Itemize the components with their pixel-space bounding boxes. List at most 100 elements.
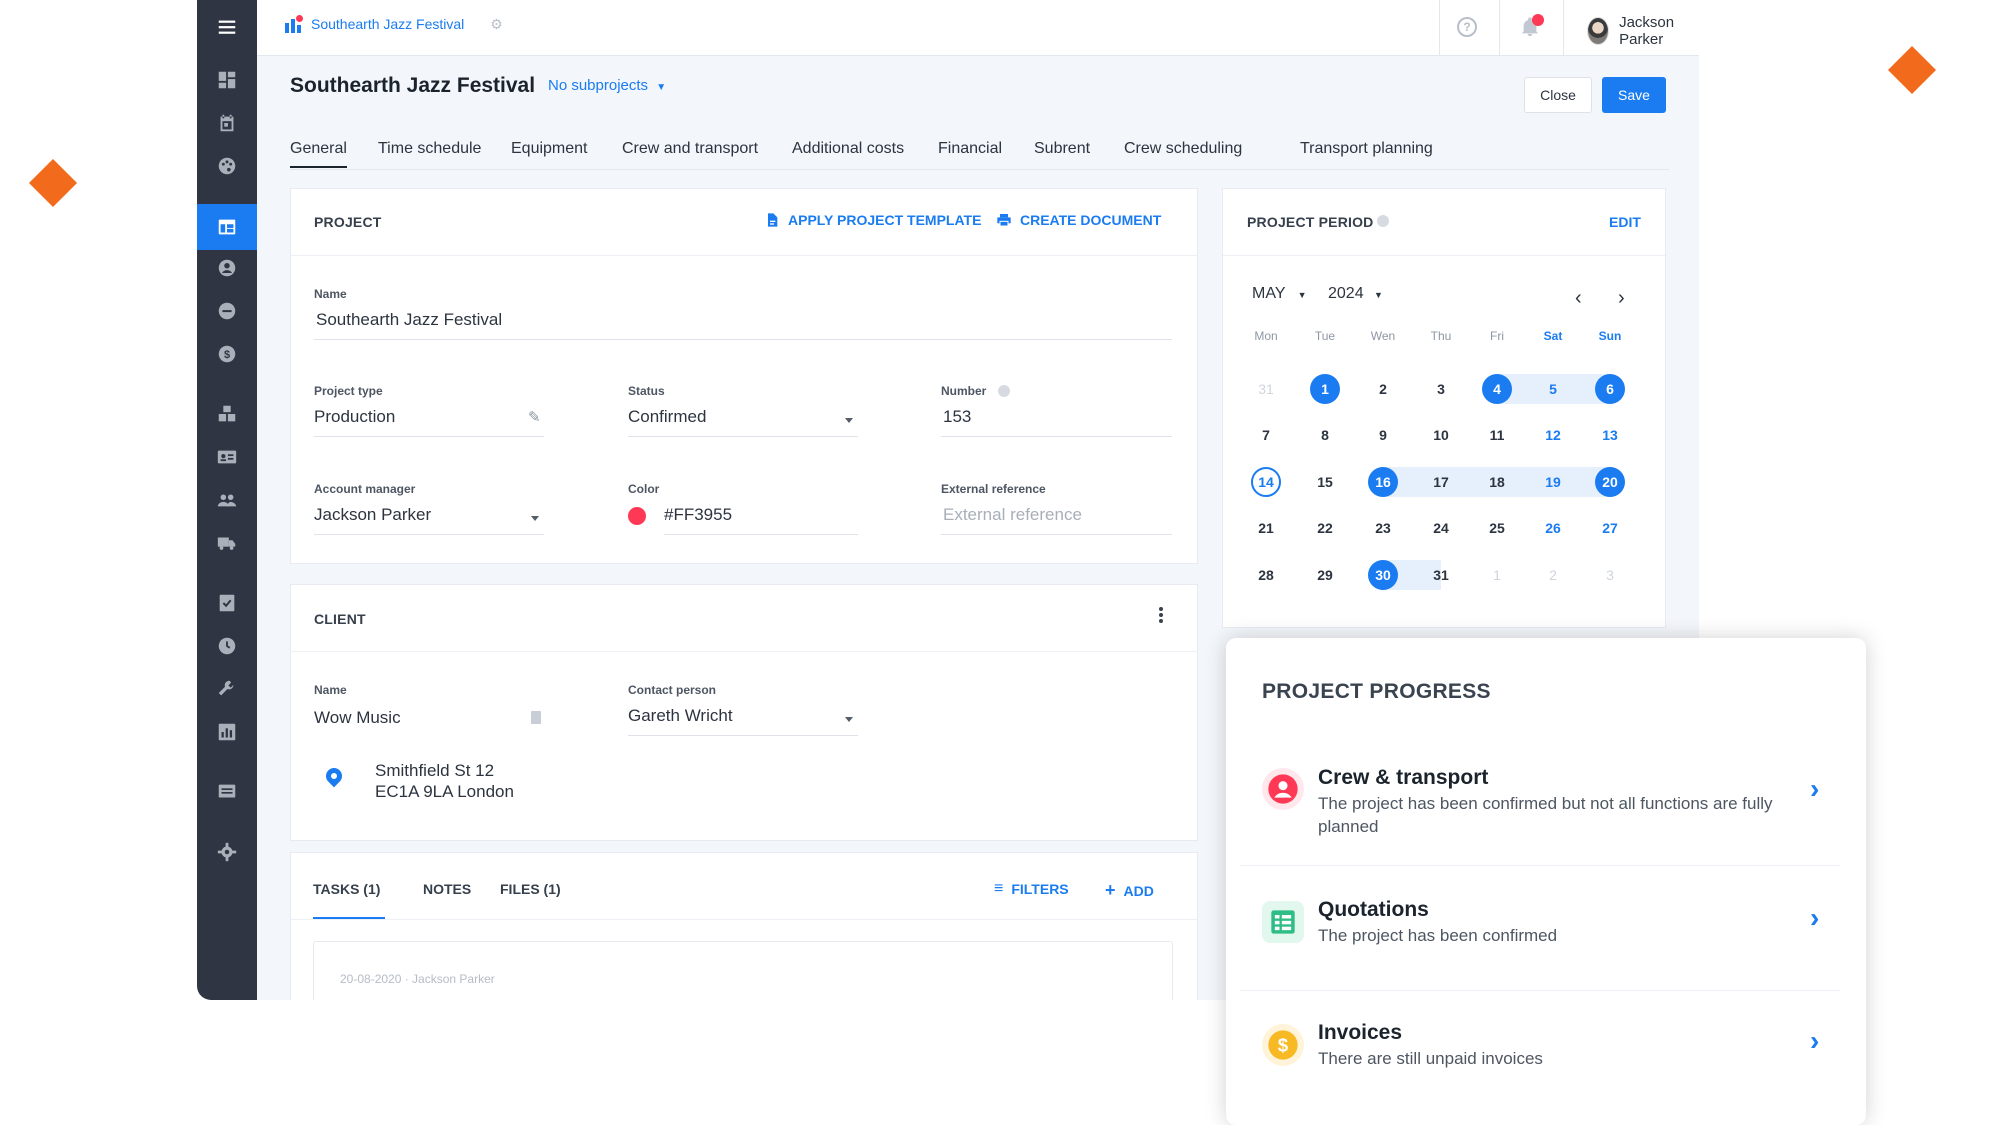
chevron-right-icon[interactable]: › <box>1810 902 1819 934</box>
calendar-day[interactable]: 18 <box>1482 467 1512 497</box>
calendar-day[interactable]: 21 <box>1251 513 1281 543</box>
client-name-field[interactable]: Wow Music <box>314 708 401 728</box>
calendar-day[interactable]: 5 <box>1538 374 1568 404</box>
color-field[interactable]: #FF3955 <box>664 505 732 525</box>
calendar-day[interactable]: 14 <box>1251 467 1281 497</box>
calendar-day[interactable]: 15 <box>1310 467 1340 497</box>
settings-icon[interactable] <box>197 832 257 872</box>
palette-icon[interactable] <box>197 146 257 186</box>
month-select[interactable]: MAY ▼ <box>1252 285 1307 303</box>
tab-subrent[interactable]: Subrent <box>1034 140 1090 166</box>
external-reference-input[interactable]: External reference <box>943 505 1082 525</box>
tab-notes[interactable]: NOTES <box>423 881 471 897</box>
project-type-field[interactable]: Production <box>314 407 395 427</box>
subprojects-dropdown[interactable]: No subprojects ▼ <box>548 77 666 94</box>
calendar-day[interactable]: 2 <box>1368 374 1398 404</box>
chevron-right-icon[interactable]: › <box>1810 773 1819 805</box>
project-name-input[interactable]: Southearth Jazz Festival <box>316 310 502 330</box>
calendar-day[interactable]: 10 <box>1426 420 1456 450</box>
user-menu[interactable]: Jackson Parker <box>1587 14 1699 48</box>
tab-files[interactable]: FILES (1) <box>500 881 561 897</box>
projects-icon[interactable] <box>197 204 257 250</box>
chevron-left-icon[interactable]: ‹ <box>1575 287 1582 310</box>
calendar-icon[interactable] <box>197 103 257 143</box>
close-button[interactable]: Close <box>1524 77 1592 113</box>
messages-icon[interactable] <box>197 772 257 812</box>
tab-additional-costs[interactable]: Additional costs <box>792 140 904 166</box>
calendar-day[interactable]: 27 <box>1595 513 1625 543</box>
pencil-icon[interactable]: ✎ <box>528 408 541 426</box>
tab-tasks[interactable]: TASKS (1) <box>313 881 380 897</box>
create-document-button[interactable]: CREATE DOCUMENT <box>996 212 1161 228</box>
calendar-day[interactable]: 8 <box>1310 420 1340 450</box>
gear-icon[interactable]: ⚙ <box>490 16 503 33</box>
finance-icon[interactable]: $ <box>197 334 257 374</box>
save-button[interactable]: Save <box>1602 77 1666 113</box>
breadcrumb[interactable]: Southearth Jazz Festival ⚙ <box>285 15 503 33</box>
color-swatch[interactable] <box>628 507 646 525</box>
calendar-day[interactable]: 22 <box>1310 513 1340 543</box>
calendar-day[interactable]: 25 <box>1482 513 1512 543</box>
id-card-icon[interactable] <box>197 437 257 477</box>
chevron-right-icon[interactable]: › <box>1810 1025 1819 1057</box>
calendar-day[interactable]: 12 <box>1538 420 1568 450</box>
calendar-day[interactable]: 9 <box>1368 420 1398 450</box>
tab-transport-planning[interactable]: Transport planning <box>1300 140 1433 166</box>
chat-icon[interactable] <box>197 291 257 331</box>
calendar-day[interactable]: 4 <box>1482 374 1512 404</box>
more-vert-icon[interactable] <box>1159 607 1165 623</box>
calendar-day[interactable]: 19 <box>1538 467 1568 497</box>
filters-button[interactable]: ≡ FILTERS <box>994 880 1069 898</box>
wrench-icon[interactable] <box>197 669 257 709</box>
tab-crew-scheduling[interactable]: Crew scheduling <box>1124 140 1242 166</box>
status-select[interactable]: Confirmed <box>628 407 706 427</box>
calendar-day[interactable]: 16 <box>1368 467 1398 497</box>
edit-period-button[interactable]: EDIT <box>1609 214 1641 230</box>
progress-item-crew-transport[interactable]: Crew & transport The project has been co… <box>1240 730 1840 854</box>
menu-icon[interactable] <box>197 7 257 47</box>
tab-general[interactable]: General <box>290 140 347 168</box>
calendar-day[interactable]: 31 <box>1426 560 1456 590</box>
warehouse-icon[interactable] <box>197 394 257 434</box>
calendar-day[interactable]: 3 <box>1595 560 1625 590</box>
dashboard-icon[interactable] <box>197 60 257 100</box>
calendar-day[interactable]: 1 <box>1310 374 1340 404</box>
calendar-day[interactable]: 31 <box>1251 374 1281 404</box>
calendar-day[interactable]: 26 <box>1538 513 1568 543</box>
calendar-day[interactable]: 24 <box>1426 513 1456 543</box>
calendar-day[interactable]: 13 <box>1595 420 1625 450</box>
tab-equipment[interactable]: Equipment <box>511 140 588 166</box>
task-entry[interactable]: 20-08-2020 · Jackson Parker <box>313 941 1173 1000</box>
calendar-day[interactable]: 17 <box>1426 467 1456 497</box>
calendar-day[interactable]: 20 <box>1595 467 1625 497</box>
calendar-day[interactable]: 1 <box>1482 560 1512 590</box>
apply-project-template-button[interactable]: APPLY PROJECT TEMPLATE <box>764 212 981 228</box>
crew-icon[interactable] <box>197 480 257 520</box>
calendar-day[interactable]: 3 <box>1426 374 1456 404</box>
calendar-day[interactable]: 30 <box>1368 560 1398 590</box>
add-task-button[interactable]: + ADD <box>1105 880 1154 901</box>
account-manager-select[interactable]: Jackson Parker <box>314 505 431 525</box>
tab-time-schedule[interactable]: Time schedule <box>378 140 481 166</box>
calendar-day[interactable]: 28 <box>1251 560 1281 590</box>
calendar-day[interactable]: 6 <box>1595 374 1625 404</box>
contact-person-select[interactable]: Gareth Wricht <box>628 706 733 726</box>
tasks-icon[interactable] <box>197 583 257 623</box>
calendar-day[interactable]: 11 <box>1482 420 1512 450</box>
calendar-day[interactable]: 29 <box>1310 560 1340 590</box>
project-breadcrumb-label[interactable]: Southearth Jazz Festival <box>311 16 464 32</box>
truck-icon[interactable] <box>197 523 257 563</box>
help-icon[interactable]: ? <box>1457 17 1477 37</box>
clock-icon[interactable] <box>197 626 257 666</box>
reports-icon[interactable] <box>197 712 257 752</box>
number-field[interactable]: 153 <box>943 407 971 427</box>
trash-icon[interactable] <box>531 711 541 724</box>
contacts-icon[interactable] <box>197 248 257 288</box>
tab-crew-and-transport[interactable]: Crew and transport <box>622 140 758 166</box>
progress-item-invoices[interactable]: $ Invoices There are still unpaid invoic… <box>1240 991 1840 1115</box>
calendar-day[interactable]: 23 <box>1368 513 1398 543</box>
chevron-right-icon[interactable]: › <box>1618 287 1625 310</box>
calendar-day[interactable]: 2 <box>1538 560 1568 590</box>
tab-financial[interactable]: Financial <box>938 140 1002 166</box>
year-select[interactable]: 2024 ▼ <box>1328 285 1383 303</box>
